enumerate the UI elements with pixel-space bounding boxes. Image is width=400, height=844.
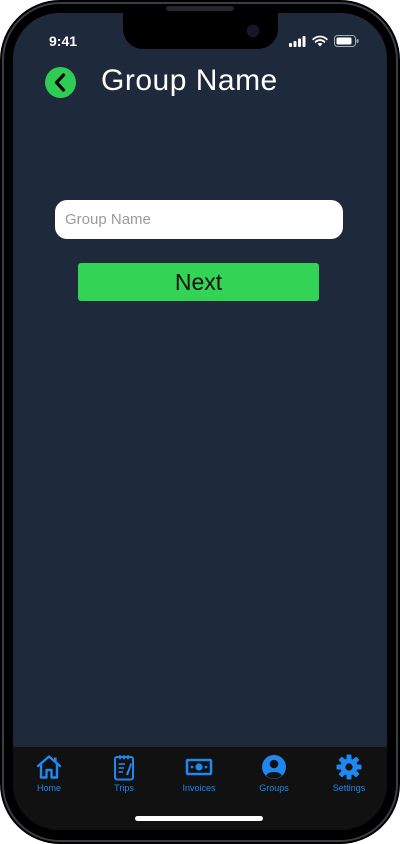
group-name-input[interactable] [55,200,343,239]
status-time: 9:41 [49,33,78,49]
tab-home-label: Home [36,783,61,793]
gear-icon [335,753,363,781]
tab-invoices-label: Invoices [182,783,216,793]
chevron-left-icon [54,73,66,92]
speaker-grille [166,6,234,11]
wifi-icon [312,35,328,47]
header: Group Name [13,61,387,105]
user-circle-icon [260,753,288,781]
tab-bar: Home Trips Invoices Groups Settings [13,747,387,830]
tab-groups[interactable]: Groups [244,753,304,793]
tab-trips-label: Trips [114,783,134,793]
signal-icon [289,35,306,47]
cash-icon [185,753,213,781]
home-indicator [135,816,263,821]
notch [123,13,278,49]
phone-frame: 9:41 Group Name Group Name Next Home Tri… [0,0,400,844]
tab-trips[interactable]: Trips [94,753,154,793]
camera-icon [247,25,259,37]
tab-settings[interactable]: Settings [319,753,379,793]
tab-home[interactable]: Home [19,753,79,793]
home-icon [35,753,63,781]
status-icons [289,35,359,47]
tab-groups-label: Groups [259,783,289,793]
page-title: Group Name [101,64,278,97]
back-button[interactable] [45,67,76,98]
app-screen: 9:41 Group Name Group Name Next Home Tri… [13,13,387,830]
tab-settings-label: Settings [332,783,366,793]
next-button[interactable]: Next [78,263,319,301]
clipboard-icon [110,753,138,781]
tab-invoices[interactable]: Invoices [169,753,229,793]
battery-icon [334,35,359,47]
